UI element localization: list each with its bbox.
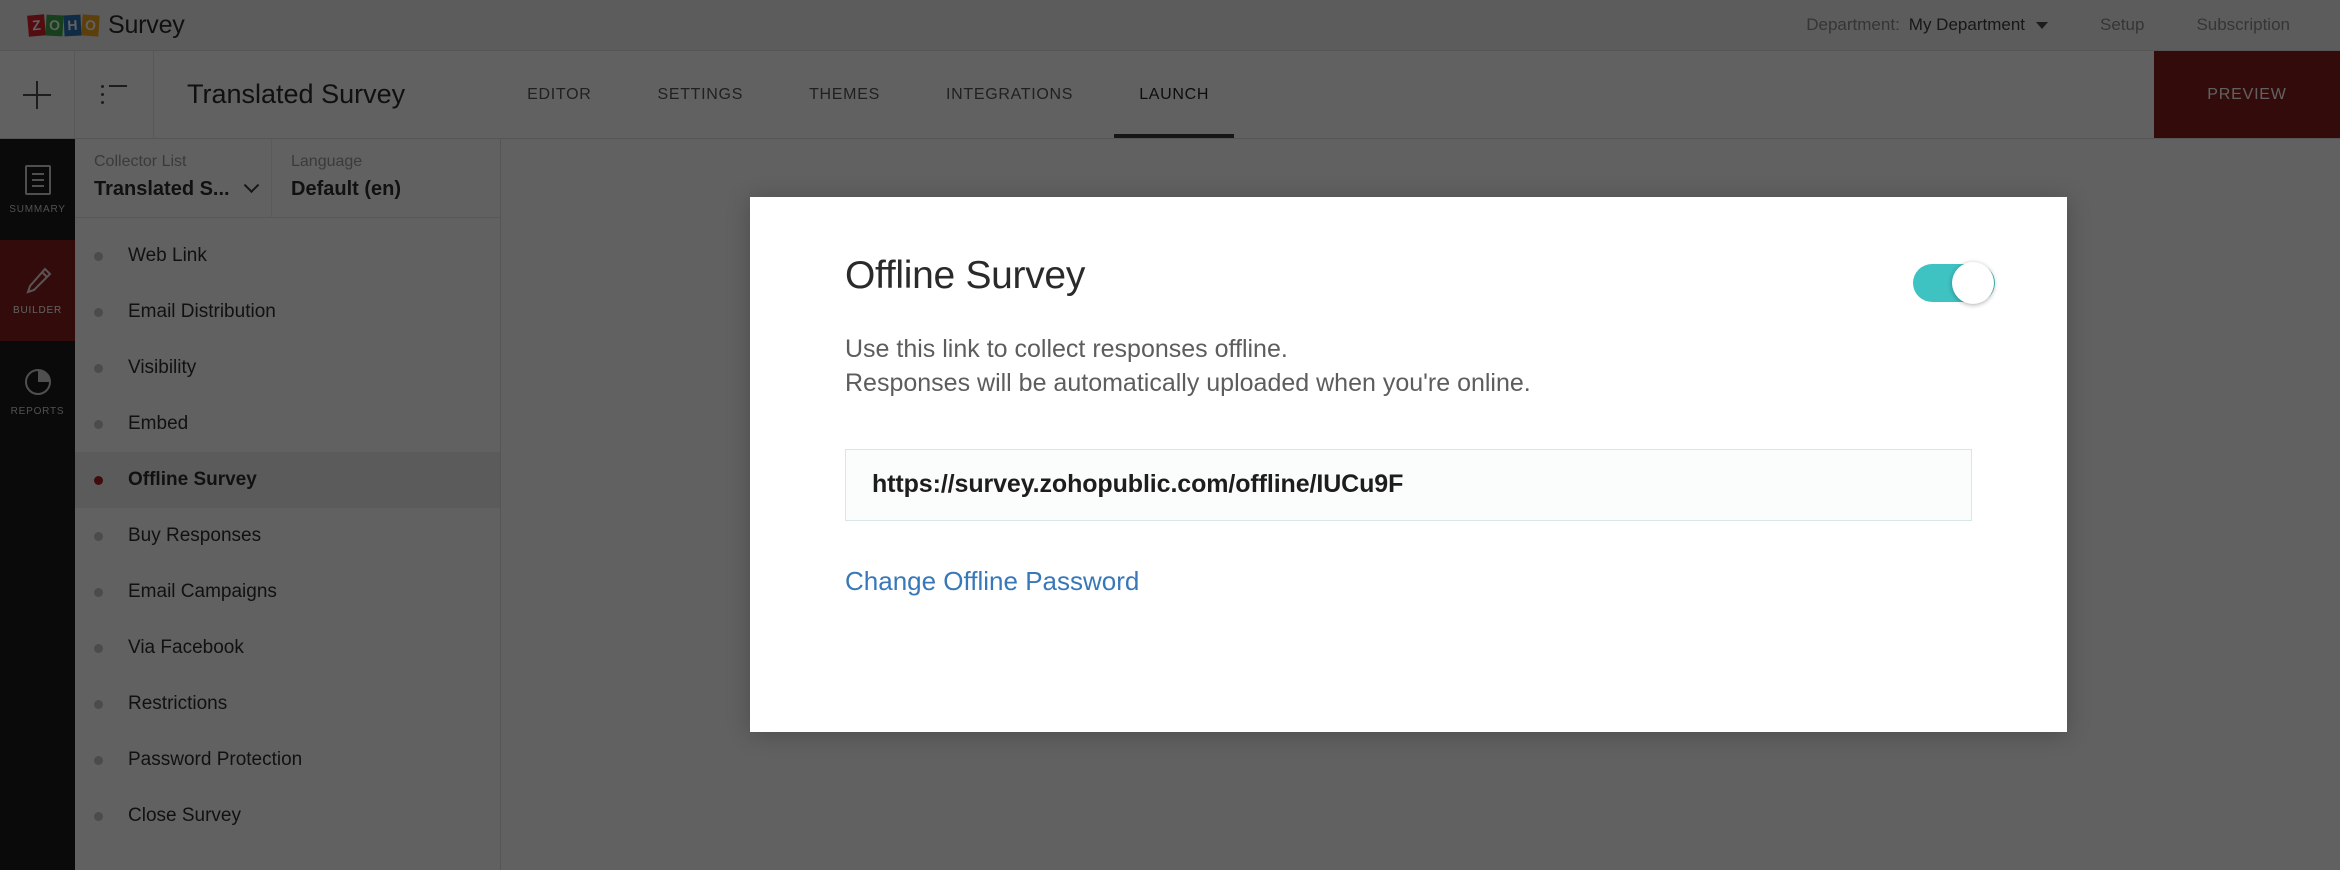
offline-url-value: https://survey.zohopublic.com/offline/IU… (872, 470, 1404, 498)
dialog-description-line-2: Responses will be automatically uploaded… (845, 369, 1531, 398)
offline-survey-toggle[interactable] (1913, 262, 1995, 304)
dialog-description: Use this link to collect responses offli… (845, 332, 1995, 401)
change-offline-password-link[interactable]: Change Offline Password (845, 566, 1139, 597)
app-root: Z O H O Survey Department: My Department… (0, 0, 2340, 870)
dialog-header: Offline Survey (845, 254, 1995, 304)
offline-url-field[interactable]: https://survey.zohopublic.com/offline/IU… (845, 448, 1972, 521)
dialog-title: Offline Survey (845, 254, 1086, 297)
toggle-knob (1952, 262, 1994, 304)
offline-survey-dialog: Offline Survey Use this link to collect … (750, 197, 2067, 732)
dialog-body: Offline Survey Use this link to collect … (750, 197, 2067, 732)
dialog-description-line-1: Use this link to collect responses offli… (845, 335, 1288, 363)
